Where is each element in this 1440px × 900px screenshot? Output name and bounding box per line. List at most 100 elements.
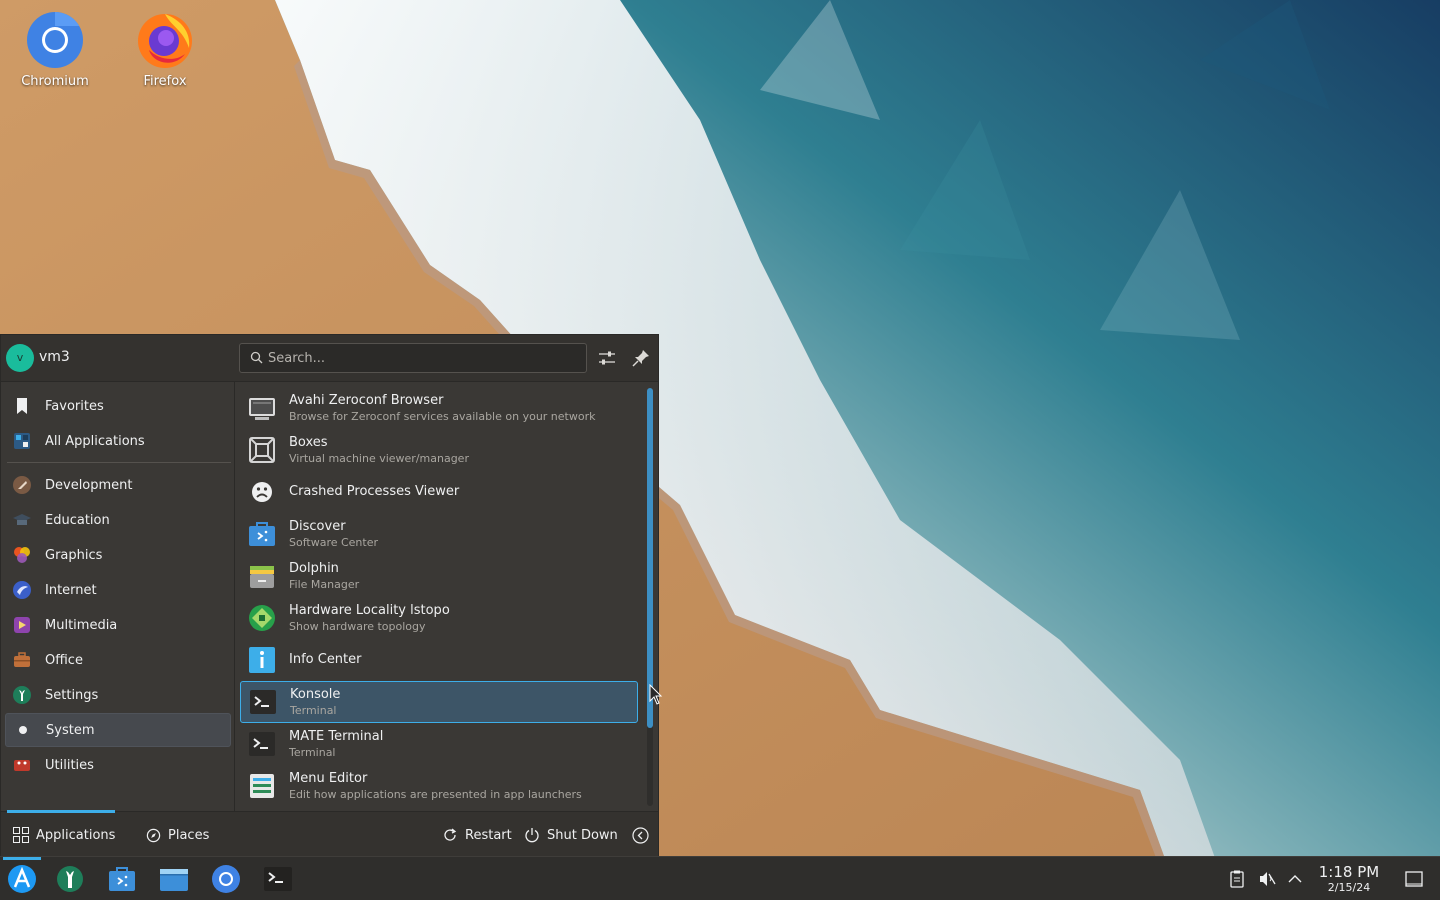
shutdown-label: Shut Down — [547, 827, 618, 843]
app-name: Konsole — [290, 686, 341, 702]
chromium-icon — [25, 10, 85, 70]
leave-options-button[interactable] — [632, 824, 656, 846]
app-konsole[interactable]: Konsole Terminal — [240, 681, 638, 723]
system-settings-icon[interactable] — [54, 863, 86, 895]
category-label: Internet — [45, 582, 97, 598]
category-label: Graphics — [45, 547, 103, 563]
boxes-icon — [247, 435, 277, 465]
category-office[interactable]: Office — [5, 643, 231, 677]
sad-face-icon — [247, 477, 277, 507]
app-mate-terminal[interactable]: MATE Terminal Terminal — [240, 723, 638, 765]
internet-icon — [12, 580, 32, 600]
category-utilities[interactable]: Utilities — [5, 748, 231, 782]
desktop-icon-firefox[interactable]: Firefox — [115, 10, 215, 89]
active-task-indicator — [3, 857, 41, 860]
app-name: Crashed Processes Viewer — [289, 484, 460, 499]
search-field[interactable] — [239, 343, 587, 373]
app-name: Menu Editor — [289, 770, 368, 786]
app-menu-editor[interactable]: Menu Editor Edit how applications are pr… — [240, 765, 638, 807]
category-label: Utilities — [45, 757, 94, 773]
firefox-icon — [135, 10, 195, 70]
category-multimedia[interactable]: Multimedia — [5, 608, 231, 642]
dolphin-icon[interactable] — [158, 863, 190, 895]
desktop-icon-label: Firefox — [143, 74, 187, 89]
app-name: MATE Terminal — [289, 728, 384, 744]
category-separator — [7, 462, 231, 463]
clock-time: 1:18 PM — [1318, 863, 1380, 881]
app-discover[interactable]: Discover Software Center — [240, 513, 638, 555]
konsole-icon — [248, 687, 278, 717]
all-apps-icon — [12, 431, 32, 451]
dolphin-icon — [247, 561, 277, 591]
category-education[interactable]: Education — [5, 503, 231, 537]
desktop-icon-chromium[interactable]: Chromium — [5, 10, 105, 89]
compass-icon — [146, 828, 161, 842]
chromium-icon[interactable] — [210, 863, 242, 895]
konsole-icon[interactable] — [262, 863, 294, 895]
tab-applications[interactable]: Applications — [13, 824, 115, 846]
tab-places[interactable]: Places — [146, 824, 209, 846]
launcher-icon[interactable] — [6, 863, 38, 895]
category-sidebar: Favorites All Applications Development E… — [1, 382, 235, 811]
tab-label: Places — [168, 827, 210, 843]
app-boxes[interactable]: Boxes Virtual machine viewer/manager — [240, 429, 638, 471]
power-icon — [525, 828, 539, 843]
category-settings[interactable]: Settings — [5, 678, 231, 712]
mouse-cursor-icon — [649, 683, 663, 710]
system-icon — [13, 720, 33, 740]
category-label: Favorites — [45, 398, 104, 414]
app-description: Software Center — [289, 535, 379, 549]
hwloc-icon — [247, 603, 277, 633]
network-monitor-icon — [247, 393, 277, 423]
volume-muted-icon[interactable] — [1257, 869, 1277, 889]
configure-sliders-icon[interactable] — [596, 347, 618, 369]
app-name: Info Center — [289, 652, 362, 667]
graphics-icon — [12, 545, 32, 565]
category-internet[interactable]: Internet — [5, 573, 231, 607]
app-name: Avahi Zeroconf Browser — [289, 392, 444, 408]
category-graphics[interactable]: Graphics — [5, 538, 231, 572]
clipboard-icon[interactable] — [1227, 869, 1247, 889]
clock-date: 2/15/24 — [1327, 881, 1371, 894]
category-label: System — [46, 722, 95, 738]
app-name: Discover — [289, 518, 346, 534]
category-system[interactable]: System — [5, 713, 231, 747]
app-description: File Manager — [289, 577, 360, 591]
discover-icon[interactable] — [106, 863, 138, 895]
search-input[interactable] — [268, 349, 568, 367]
show-desktop-icon[interactable] — [1404, 869, 1424, 889]
app-avahi-zeroconf-browser[interactable]: Avahi Zeroconf Browser Browse for Zeroco… — [240, 387, 638, 429]
app-description: Edit how applications are presented in a… — [289, 787, 582, 801]
app-description: Show hardware topology — [289, 619, 426, 633]
bookmark-icon — [12, 396, 32, 416]
launcher-footer: Applications Places Restart Shut Down — [1, 810, 658, 857]
pin-icon[interactable] — [630, 347, 652, 369]
category-label: Education — [45, 512, 110, 528]
app-list-scrollbar-thumb[interactable] — [647, 388, 653, 728]
app-hardware-locality-lstopo[interactable]: Hardware Locality lstopo Show hardware t… — [240, 597, 638, 639]
app-description: Terminal — [289, 745, 336, 759]
office-icon — [12, 650, 32, 670]
app-crashed-processes-viewer[interactable]: Crashed Processes Viewer — [240, 471, 638, 513]
restart-button[interactable]: Restart — [442, 824, 512, 846]
category-all-applications[interactable]: All Applications — [5, 424, 231, 458]
user-name: vm3 — [39, 349, 70, 365]
info-icon — [247, 645, 277, 675]
category-favorites[interactable]: Favorites — [5, 389, 231, 423]
app-info-center[interactable]: Info Center — [240, 639, 638, 681]
app-name: Hardware Locality lstopo — [289, 602, 450, 618]
desktop-icon-label: Chromium — [21, 74, 89, 89]
chevron-up-icon[interactable] — [1285, 869, 1305, 889]
shutdown-button[interactable]: Shut Down — [524, 824, 618, 846]
settings-icon — [12, 685, 32, 705]
menu-editor-icon — [247, 771, 277, 801]
development-icon — [12, 475, 32, 495]
tab-label: Applications — [36, 827, 116, 843]
category-development[interactable]: Development — [5, 468, 231, 502]
active-tab-indicator — [7, 810, 115, 813]
clock[interactable]: 1:18 PM 2/15/24 — [1312, 863, 1386, 895]
app-dolphin[interactable]: Dolphin File Manager — [240, 555, 638, 597]
application-launcher: v vm3 Favorites All Applications Develop… — [0, 334, 659, 857]
user-avatar[interactable]: v — [6, 344, 34, 372]
category-label: Multimedia — [45, 617, 118, 633]
